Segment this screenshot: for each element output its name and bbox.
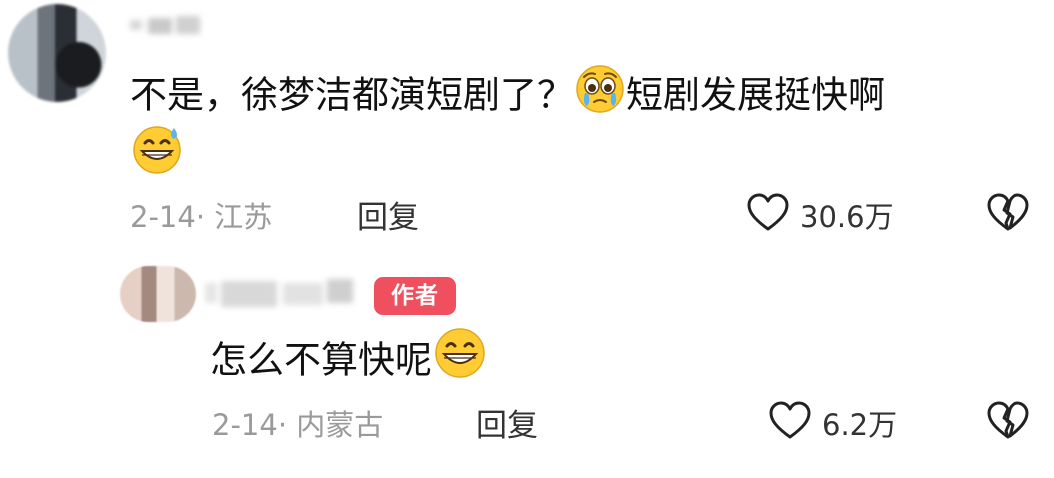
- author-username-blurred[interactable]: [205, 277, 365, 311]
- broken-heart-icon[interactable]: [986, 400, 1030, 440]
- reply-button[interactable]: 回复: [357, 192, 419, 237]
- commenter-username-blurred[interactable]: [130, 12, 200, 38]
- heart-outline-icon[interactable]: [746, 192, 790, 232]
- comment-text: 不是，徐梦洁都演短剧了？ 短剧发展挺快啊: [130, 62, 885, 132]
- reply-date-location: 2-14· 内蒙古: [212, 408, 384, 442]
- reply-text: 怎么不算快呢: [210, 326, 488, 398]
- reply-text-content: 怎么不算快呢: [210, 338, 432, 382]
- author-avatar[interactable]: [120, 266, 196, 322]
- like-count: 6.2万: [822, 408, 898, 442]
- crying-face-emoji-icon: [574, 62, 626, 132]
- reply-button[interactable]: 回复: [476, 400, 538, 445]
- heart-outline-icon[interactable]: [768, 400, 812, 440]
- grinning-sweat-emoji-icon: [130, 122, 184, 194]
- like-count: 30.6万: [800, 200, 894, 234]
- comment-text-line2: [130, 122, 184, 194]
- author-badge: 作者: [374, 277, 456, 315]
- comment-date-location: 2-14· 江苏: [130, 200, 273, 234]
- commenter-avatar[interactable]: [8, 4, 106, 102]
- grinning-face-emoji-icon: [432, 326, 488, 398]
- comment-text-part2: 短剧发展挺快啊: [626, 73, 885, 117]
- comment-text-part1: 不是，徐梦洁都演短剧了？: [130, 73, 574, 117]
- broken-heart-icon[interactable]: [986, 192, 1030, 232]
